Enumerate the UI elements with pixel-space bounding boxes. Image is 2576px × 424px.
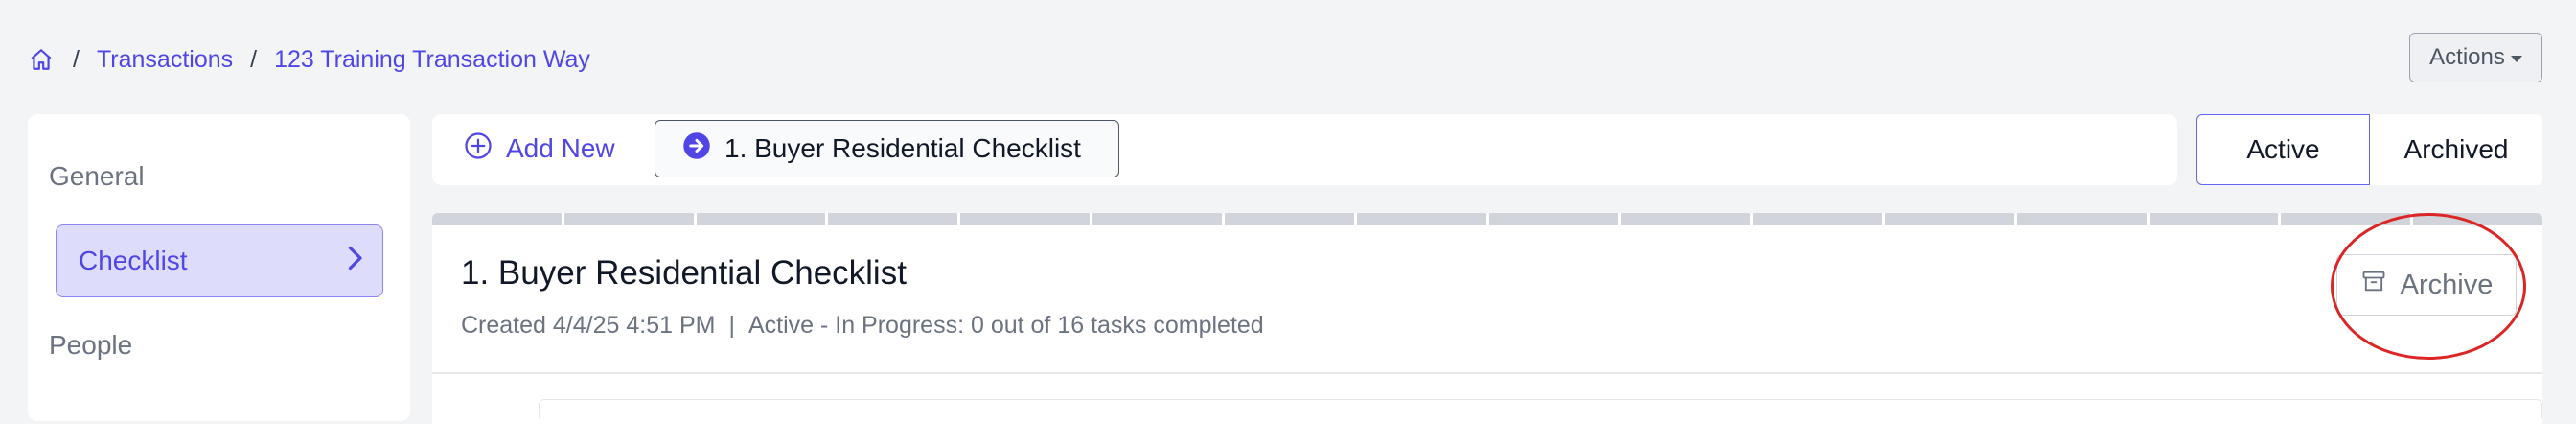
- progress-segment: [1621, 213, 1751, 225]
- progress-segment: [2016, 213, 2147, 225]
- caret-down-icon: [2510, 55, 2522, 62]
- breadcrumb-separator: /: [250, 45, 258, 73]
- checklist-meta: Created 4/4/25 4:51 PM | Active - In Pro…: [461, 312, 1264, 340]
- add-new-button[interactable]: Add New: [464, 129, 615, 169]
- annotation-highlight-circle: [2331, 213, 2526, 360]
- progress-segment: [960, 213, 1091, 225]
- actions-dropdown-button[interactable]: Actions: [2409, 33, 2542, 82]
- progress-segment: [1356, 213, 1486, 225]
- sidebar-item-label: General: [49, 161, 145, 191]
- progress-segment: [432, 213, 562, 225]
- progress-segment: [564, 213, 694, 225]
- sidebar-item-checklist[interactable]: Checklist: [56, 224, 383, 297]
- created-timestamp: Created 4/4/25 4:51 PM: [461, 312, 716, 339]
- sidebar-item-label: People: [49, 330, 133, 360]
- breadcrumb-separator: /: [73, 45, 80, 73]
- checklist-pill-label: 1. Buyer Residential Checklist: [724, 133, 1081, 163]
- actions-label: Actions: [2429, 44, 2505, 70]
- progress-segment: [1224, 213, 1354, 225]
- progress-segment: [1488, 213, 1619, 225]
- progress-segment: [696, 213, 826, 225]
- breadcrumb-transactions[interactable]: Transactions: [97, 46, 233, 74]
- breadcrumb-transaction-address[interactable]: 123 Training Transaction Way: [274, 46, 590, 74]
- checklist-status: Active - In Progress: 0 out of 16 tasks …: [748, 312, 1264, 339]
- progress-segment: [1092, 213, 1222, 225]
- task-progress-bar: [432, 213, 2542, 225]
- chevron-right-icon: [344, 244, 365, 279]
- progress-segment: [2149, 213, 2279, 225]
- plus-circle-icon: [464, 131, 493, 167]
- progress-segment: [828, 213, 958, 225]
- checklist-title: 1. Buyer Residential Checklist: [461, 254, 907, 292]
- progress-segment: [1753, 213, 1882, 225]
- add-new-label: Add New: [506, 133, 615, 163]
- task-list-container: [539, 399, 2542, 418]
- home-icon[interactable]: [27, 45, 56, 74]
- meta-separator: |: [728, 312, 735, 339]
- arrow-right-circle-icon: [682, 131, 711, 167]
- filter-archived-tab[interactable]: Archived: [2370, 114, 2542, 185]
- checklist-selector-tab[interactable]: 1. Buyer Residential Checklist: [655, 120, 1119, 177]
- breadcrumb: / Transactions / 123 Training Transactio…: [27, 42, 590, 77]
- sidebar-item-label: Checklist: [79, 246, 188, 275]
- card-divider: [432, 372, 2542, 374]
- progress-segment: [1884, 213, 2014, 225]
- filter-active-tab[interactable]: Active: [2196, 114, 2370, 185]
